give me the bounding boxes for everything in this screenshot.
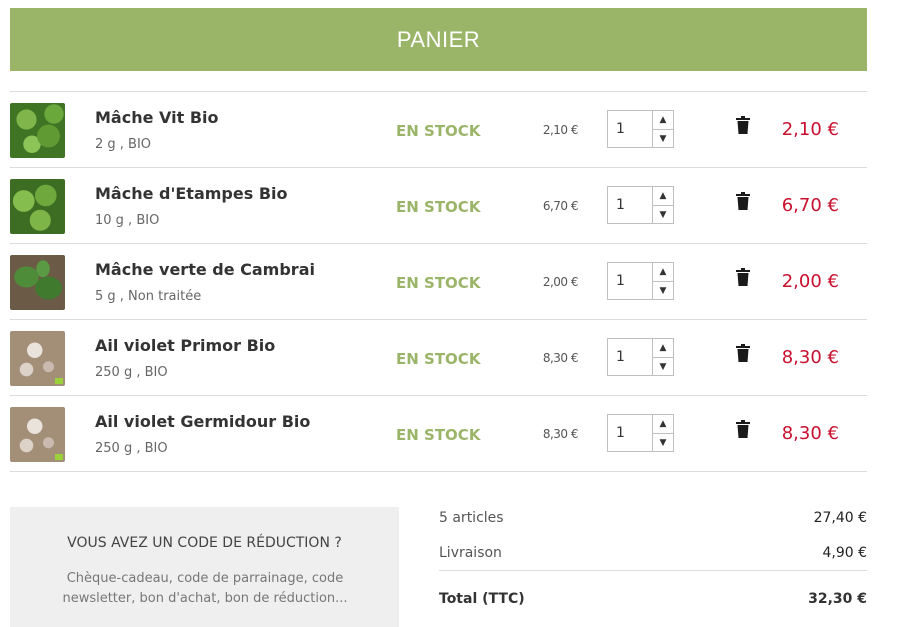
product-details: 5 g , Non traitée: [95, 289, 202, 304]
stock-status: EN STOCK: [396, 198, 481, 216]
chevron-up-icon[interactable]: ▲: [653, 111, 673, 130]
trash-icon[interactable]: [736, 344, 750, 362]
stock-status: EN STOCK: [396, 426, 481, 444]
chevron-down-icon[interactable]: ▼: [653, 434, 673, 452]
quantity-spinner: ▲ ▼: [652, 187, 673, 223]
chevron-up-icon[interactable]: ▲: [653, 415, 673, 434]
product-name[interactable]: Ail violet Primor Bio: [95, 336, 275, 355]
product-image[interactable]: [10, 255, 65, 310]
quantity-value[interactable]: 1: [616, 121, 625, 137]
product-name[interactable]: Ail violet Germidour Bio: [95, 412, 310, 431]
line-total: 2,10 €: [781, 119, 839, 140]
quantity-value[interactable]: 1: [616, 197, 625, 213]
summary-total: Total (TTC) 32,30 €: [439, 571, 867, 607]
product-image[interactable]: [10, 179, 65, 234]
stock-status: EN STOCK: [396, 274, 481, 292]
trash-icon[interactable]: [736, 420, 750, 438]
articles-label: 5 articles: [439, 510, 504, 526]
unit-price: 8,30 €: [542, 427, 579, 441]
quantity-stepper[interactable]: 1 ▲ ▼: [607, 110, 674, 148]
quantity-value[interactable]: 1: [616, 425, 625, 441]
product-image[interactable]: [10, 103, 65, 158]
bio-label-icon: [55, 454, 63, 460]
quantity-spinner: ▲ ▼: [652, 415, 673, 451]
promo-description: Chèque-cadeau, code de parrainage, code …: [62, 571, 348, 606]
quantity-spinner: ▲ ▼: [652, 263, 673, 299]
chevron-up-icon[interactable]: ▲: [653, 263, 673, 282]
chevron-up-icon[interactable]: ▲: [653, 187, 673, 206]
line-total: 8,30 €: [781, 423, 839, 444]
product-name[interactable]: Mâche verte de Cambrai: [95, 260, 315, 279]
bio-label-icon: [55, 378, 63, 384]
order-summary: 5 articles 27,40 € Livraison 4,90 € Tota…: [439, 500, 867, 607]
quantity-stepper[interactable]: 1 ▲ ▼: [607, 414, 674, 452]
product-details: 2 g , BIO: [95, 137, 152, 152]
product-image[interactable]: [10, 407, 65, 462]
chevron-down-icon[interactable]: ▼: [653, 282, 673, 300]
summary-shipping: Livraison 4,90 €: [439, 535, 867, 571]
line-total: 8,30 €: [781, 347, 839, 368]
chevron-down-icon[interactable]: ▼: [653, 358, 673, 376]
chevron-down-icon[interactable]: ▼: [653, 130, 673, 148]
cart-header: PANIER: [10, 8, 867, 71]
shipping-label: Livraison: [439, 545, 502, 561]
trash-icon[interactable]: [736, 192, 750, 210]
chevron-down-icon[interactable]: ▼: [653, 206, 673, 224]
quantity-value[interactable]: 1: [616, 349, 625, 365]
quantity-value[interactable]: 1: [616, 273, 625, 289]
quantity-spinner: ▲ ▼: [652, 111, 673, 147]
stock-status: EN STOCK: [396, 122, 481, 140]
summary-articles: 5 articles 27,40 €: [439, 500, 867, 535]
stock-status: EN STOCK: [396, 350, 481, 368]
unit-price: 2,10 €: [542, 123, 579, 137]
shipping-value: 4,90 €: [822, 545, 867, 561]
unit-price: 6,70 €: [542, 199, 579, 213]
quantity-stepper[interactable]: 1 ▲ ▼: [607, 262, 674, 300]
chevron-up-icon[interactable]: ▲: [653, 339, 673, 358]
cart-list: Mâche Vit Bio 2 g , BIO EN STOCK 2,10 € …: [10, 91, 867, 472]
unit-price: 2,00 €: [542, 275, 579, 289]
quantity-stepper[interactable]: 1 ▲ ▼: [607, 186, 674, 224]
promo-code-panel[interactable]: VOUS AVEZ UN CODE DE RÉDUCTION ? Chèque-…: [10, 507, 399, 627]
trash-icon[interactable]: [736, 116, 750, 134]
product-details: 250 g , BIO: [95, 365, 168, 380]
line-total: 2,00 €: [781, 271, 839, 292]
product-image[interactable]: [10, 331, 65, 386]
cart-row: Mâche d'Etampes Bio 10 g , BIO EN STOCK …: [10, 168, 867, 244]
promo-title[interactable]: VOUS AVEZ UN CODE DE RÉDUCTION ?: [10, 535, 399, 551]
page-title: PANIER: [396, 26, 481, 52]
total-value: 32,30 €: [808, 591, 867, 607]
cart-row: Ail violet Primor Bio 250 g , BIO EN STO…: [10, 320, 867, 396]
line-total: 6,70 €: [781, 195, 839, 216]
product-details: 10 g , BIO: [95, 213, 160, 228]
unit-price: 8,30 €: [542, 351, 579, 365]
product-name[interactable]: Mâche d'Etampes Bio: [95, 184, 287, 203]
quantity-stepper[interactable]: 1 ▲ ▼: [607, 338, 674, 376]
quantity-spinner: ▲ ▼: [652, 339, 673, 375]
total-label: Total (TTC): [439, 591, 525, 607]
trash-icon[interactable]: [736, 268, 750, 286]
articles-value: 27,40 €: [813, 510, 867, 526]
product-name[interactable]: Mâche Vit Bio: [95, 108, 219, 127]
cart-row: Mâche Vit Bio 2 g , BIO EN STOCK 2,10 € …: [10, 92, 867, 168]
cart-row: Ail violet Germidour Bio 250 g , BIO EN …: [10, 396, 867, 472]
product-details: 250 g , BIO: [95, 441, 168, 456]
cart-row: Mâche verte de Cambrai 5 g , Non traitée…: [10, 244, 867, 320]
